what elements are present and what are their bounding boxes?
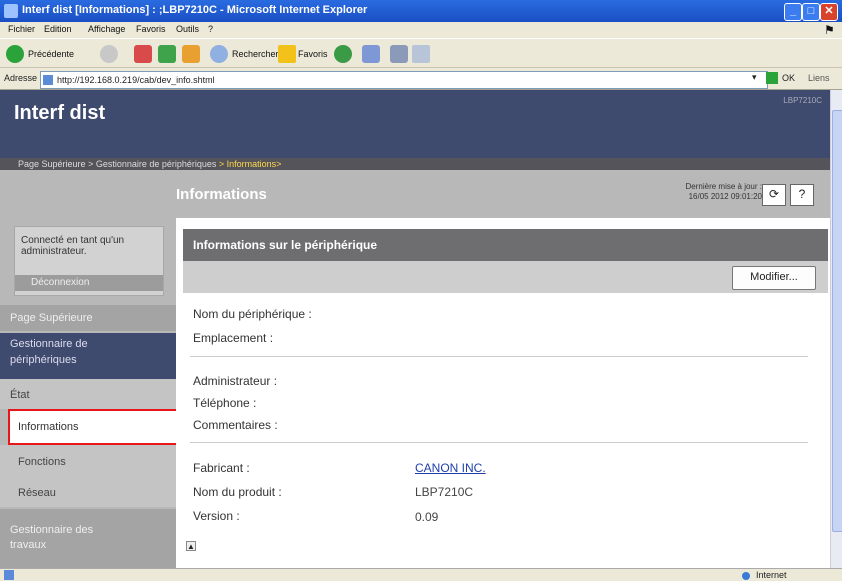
address-input[interactable]: http://192.168.0.219/cab/dev_info.shtml [40, 71, 768, 89]
menu-file[interactable]: Fichier [8, 24, 35, 34]
forward-icon[interactable] [100, 45, 118, 63]
zone-label: Internet [756, 570, 787, 580]
menu-favorites[interactable]: Favoris [136, 24, 166, 34]
refresh-page-icon[interactable] [158, 45, 176, 63]
page-status-icon [4, 570, 14, 580]
panel-toolbar: Modifier... [183, 261, 828, 293]
refresh-button[interactable]: ⟳ [762, 184, 786, 206]
windows-logo-icon: ⚑ [824, 23, 835, 37]
last-update: Dernière mise à jour : 16/05 2012 09:01:… [652, 182, 762, 202]
login-status-text: Connecté en tant qu'un administrateur. [21, 235, 124, 257]
login-text-line1: Connecté en tant qu'un [21, 235, 125, 246]
breadcrumb-device-manager[interactable]: Gestionnaire de périphériques [96, 159, 217, 169]
print-icon[interactable] [390, 45, 408, 63]
title-bar: Informations Dernière mise à jour : 16/0… [176, 174, 826, 218]
menu-tools[interactable]: Outils [176, 24, 199, 34]
breadcrumb-home[interactable]: Page Supérieure [18, 159, 86, 169]
divider [190, 442, 808, 443]
go-label[interactable]: OK [782, 73, 795, 83]
minimize-button[interactable]: _ [784, 3, 802, 21]
field-value-product-name: LBP7210C [415, 485, 474, 499]
field-label-manufacturer: Fabricant : [193, 461, 250, 475]
search-label[interactable]: Rechercher [232, 49, 279, 59]
brand-title: Interf dist [14, 102, 106, 124]
field-value-manufacturer[interactable]: CANON INC. [415, 461, 486, 475]
breadcrumb-current: > Informations> [216, 159, 282, 169]
home-icon[interactable] [182, 45, 200, 63]
sidebar-item-network[interactable]: Réseau [18, 487, 183, 499]
favorites-star-icon[interactable] [278, 45, 296, 63]
stop-icon[interactable] [134, 45, 152, 63]
back-icon[interactable] [6, 45, 24, 63]
back-label[interactable]: Précédente [28, 49, 74, 59]
last-update-label: Dernière mise à jour : [685, 182, 762, 191]
field-label-administrator: Administrateur : [193, 374, 278, 388]
login-text-line2: administrateur. [21, 246, 87, 257]
history-icon[interactable] [334, 45, 352, 63]
window-title: Interf dist [Informations] : ;LBP7210C -… [22, 4, 368, 16]
panel-header: Informations sur le périphérique [183, 229, 828, 261]
go-icon[interactable] [766, 72, 778, 84]
menu-view[interactable]: Affichage [88, 24, 125, 34]
vertical-scrollbar[interactable] [830, 90, 842, 568]
sidebar-item-job-manager-line2[interactable]: travaux [10, 539, 175, 551]
sidebar-item-device-manager-line1[interactable]: Gestionnaire de [10, 338, 175, 350]
divider [190, 356, 808, 357]
scrollbar-thumb[interactable] [832, 110, 842, 532]
sidebar-item-top-page[interactable]: Page Supérieure [10, 312, 175, 324]
address-url: http://192.168.0.219/cab/dev_info.shtml [57, 75, 215, 85]
field-label-comments: Commentaires : [193, 418, 278, 432]
mail-icon[interactable] [362, 45, 380, 63]
field-label-device-name: Nom du périphérique : [193, 307, 312, 321]
close-button[interactable]: ✕ [820, 3, 838, 21]
favorites-label[interactable]: Favoris [298, 49, 328, 59]
search-icon[interactable] [210, 45, 228, 63]
modify-button[interactable]: Modifier... [732, 266, 816, 290]
login-status-box: Connecté en tant qu'un administrateur. D… [14, 226, 164, 296]
model-name: LBP7210C [783, 96, 822, 105]
page-title: Informations [176, 186, 267, 203]
toolbar: Précédente Rechercher Favoris [0, 38, 842, 68]
ie-icon [4, 4, 18, 18]
last-update-value: 16/05 2012 09:01:20 [688, 192, 762, 201]
field-label-phone: Téléphone : [193, 396, 257, 410]
page-header: Interf dist LBP7210C [0, 90, 830, 158]
field-value-version: 0.09 [415, 510, 439, 524]
sidebar-item-status[interactable]: État [10, 389, 175, 401]
logout-button[interactable]: Déconnexion [15, 275, 163, 291]
field-label-product-name: Nom du produit : [193, 485, 282, 499]
menu-bar: Fichier Edition Affichage Favoris Outils… [0, 22, 842, 38]
address-dropdown-icon[interactable]: ▾ [752, 72, 757, 83]
address-label: Adresse [4, 73, 38, 83]
links-label[interactable]: Liens [808, 73, 830, 83]
status-bar: Internet [0, 568, 842, 581]
menu-edit[interactable]: Edition [44, 24, 72, 34]
sidebar-item-informations[interactable]: Informations [18, 421, 183, 433]
field-label-version: Version : [193, 509, 240, 523]
help-button[interactable]: ? [790, 184, 814, 206]
page-icon [43, 75, 53, 85]
sidebar-item-functions[interactable]: Fonctions [18, 456, 183, 468]
breadcrumb-separator: > [85, 159, 96, 169]
address-bar: Adresse http://192.168.0.219/cab/dev_inf… [0, 68, 842, 90]
window-title-bar: Interf dist [Informations] : ;LBP7210C -… [0, 0, 842, 22]
internet-zone-icon [742, 572, 750, 580]
sidebar-item-job-manager-line1[interactable]: Gestionnaire des [10, 524, 175, 536]
edit-page-icon[interactable] [412, 45, 430, 63]
refresh-icon: ⟳ [768, 187, 780, 201]
scroll-up-icon[interactable]: ▲ [186, 541, 196, 551]
field-label-location: Emplacement : [193, 331, 274, 345]
breadcrumb: Page Supérieure > Gestionnaire de périph… [0, 158, 830, 170]
sidebar-item-device-manager-line2[interactable]: périphériques [10, 354, 175, 366]
menu-help[interactable]: ? [208, 24, 213, 34]
maximize-button[interactable]: □ [802, 3, 820, 21]
